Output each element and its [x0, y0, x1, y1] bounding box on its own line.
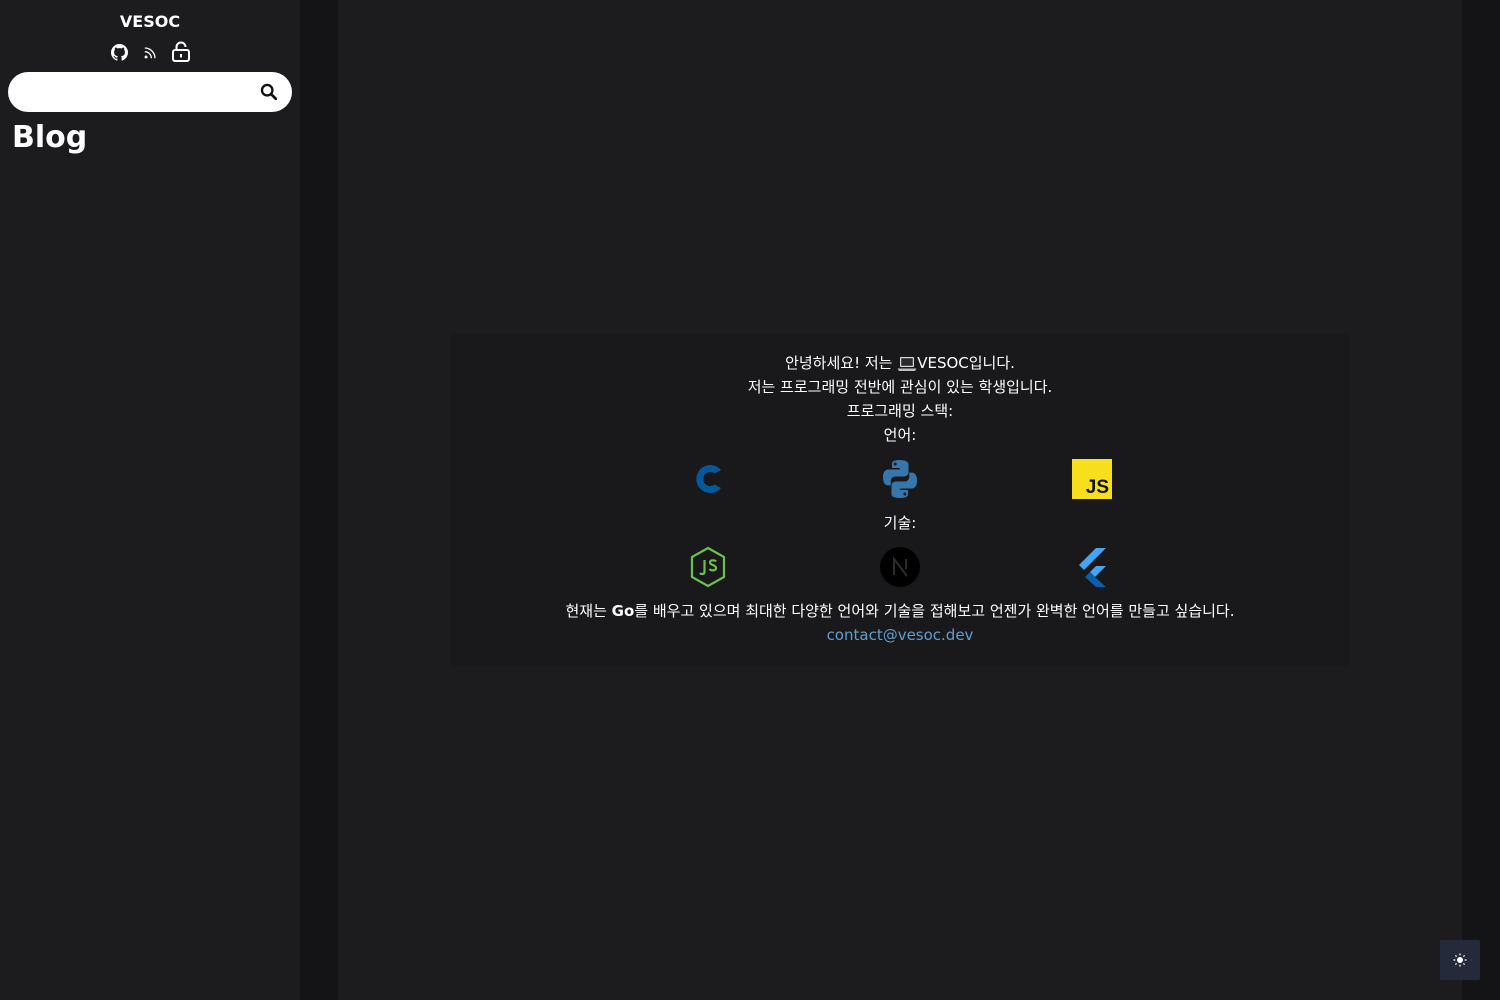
left-gutter: [300, 0, 338, 1000]
intro-line-2: 저는 프로그래밍 전반에 관심이 있는 학생입니다.: [747, 378, 1053, 396]
tech-label: 기술:: [883, 514, 917, 532]
rss-icon[interactable]: [140, 41, 160, 63]
sun-icon: [1453, 953, 1467, 967]
contact-email-link[interactable]: contact@vesoc.dev: [827, 626, 974, 644]
search-input[interactable]: [22, 72, 246, 114]
javascript-logo-icon: JS: [1072, 459, 1112, 499]
search-box: [8, 72, 292, 114]
current-learning-line: 현재는 Go를 배우고 있으며 최대한 다양한 언어와 기술을 접해보고 언젠가…: [450, 599, 1350, 623]
python-logo-icon: [880, 459, 920, 499]
javascript-logo-box: JS: [1072, 459, 1112, 499]
right-gutter: [1462, 0, 1500, 1000]
flutter-logo-icon: [1072, 547, 1112, 587]
javascript-logo-text: JS: [1085, 477, 1109, 498]
intro-card: 안녕하세요! 저는 VESOC입니다. 저는 프로그래밍 전반에 관심이 있는 …: [450, 333, 1350, 666]
nodejs-logo-icon: [688, 546, 728, 588]
nextjs-logo-icon: [880, 547, 920, 587]
search-icon[interactable]: [260, 83, 278, 101]
theme-toggle-button[interactable]: [1440, 940, 1480, 980]
main-content: 안녕하세요! 저는 VESOC입니다. 저는 프로그래밍 전반에 관심이 있는 …: [338, 0, 1462, 1000]
languages-logo-row: JS: [688, 455, 1112, 503]
sidebar: VESOC Blog: [0, 0, 300, 1000]
blog-heading[interactable]: Blog: [12, 120, 87, 155]
languages-label: 언어:: [883, 426, 917, 444]
laptop-emoji-icon: [897, 356, 917, 371]
unlock-icon[interactable]: [171, 41, 191, 63]
current-suffix: 를 배우고 있으며 최대한 다양한 언어와 기술을 접해보고 언젠가 완벽한 언…: [634, 602, 1235, 620]
c-logo-icon: [688, 459, 728, 499]
current-prefix: 현재는: [565, 602, 612, 620]
greeting-prefix: 안녕하세요! 저는: [785, 354, 898, 372]
contact-line: contact@vesoc.dev: [450, 623, 1350, 647]
greeting-line: 안녕하세요! 저는 VESOC입니다.: [450, 351, 1350, 375]
github-icon[interactable]: [109, 41, 129, 63]
social-icon-row: [0, 41, 300, 63]
site-title[interactable]: VESOC: [0, 12, 300, 31]
greeting-name: VESOC입니다.: [917, 354, 1015, 372]
tech-logo-row: [688, 543, 1112, 591]
current-bold-go: Go: [611, 602, 635, 620]
intro-line-3: 프로그래밍 스택:: [846, 402, 954, 420]
